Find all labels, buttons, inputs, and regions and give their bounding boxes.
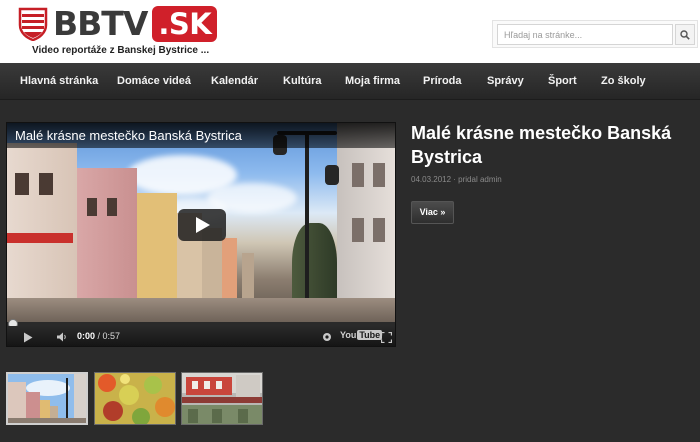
nav-item-home-videos[interactable]: Domáce videá	[117, 63, 191, 100]
article-title[interactable]: Malé krásne mestečko Banská Bystrica	[411, 121, 696, 169]
volume-icon	[57, 332, 66, 342]
logo-suffix: .SK	[152, 6, 218, 42]
time-total: 0:57	[102, 331, 121, 341]
nav-item-calendar[interactable]: Kalendár	[211, 63, 258, 100]
fullscreen-icon	[380, 331, 392, 343]
nav-item-sport[interactable]: Šport	[548, 63, 577, 100]
play-icon	[196, 217, 210, 233]
main-navigation: Hlavná stránka Domáce videá Kalendár Kul…	[0, 63, 700, 100]
logo-text: BBTV	[53, 4, 148, 43]
settings-icon	[323, 333, 331, 341]
nav-item-culture[interactable]: Kultúra	[283, 63, 322, 100]
video-thumbnail[interactable]: Malé krásne mestečko Banská Bystrica	[7, 123, 395, 323]
nav-item-school[interactable]: Zo školy	[601, 63, 646, 100]
fullscreen-button[interactable]	[377, 326, 395, 346]
video-title-bar: Malé krásne mestečko Banská Bystrica	[7, 123, 395, 148]
more-button[interactable]: Viac »	[411, 201, 454, 224]
coat-of-arms-icon	[18, 7, 48, 41]
site-header: BBTV .SK Video reportáže z Banskej Bystr…	[0, 0, 700, 63]
thumbnail-image	[182, 373, 262, 424]
settings-button[interactable]	[318, 326, 336, 346]
thumbnail-1[interactable]	[6, 372, 88, 425]
play-button[interactable]	[178, 209, 226, 241]
video-title: Malé krásne mestečko Banská Bystrica	[15, 128, 242, 143]
site-logo[interactable]: BBTV .SK	[18, 4, 218, 43]
article-author: pridal admin	[458, 175, 502, 184]
site-tagline: Video reportáže z Banskej Bystrice ...	[32, 45, 210, 56]
play-icon	[24, 332, 33, 342]
video-controls: 0:00 / 0:57 You Tube	[7, 326, 395, 346]
thumbnail-3[interactable]	[181, 372, 263, 425]
search-box	[492, 20, 698, 48]
video-player[interactable]: Malé krásne mestečko Banská Bystrica 0:0…	[6, 122, 396, 347]
youtube-logo[interactable]: You Tube	[340, 330, 383, 340]
time-display: 0:00 / 0:57	[77, 331, 120, 341]
search-input[interactable]	[497, 24, 673, 45]
volume-button[interactable]	[51, 326, 73, 346]
article-date: 04.03.2012	[411, 175, 452, 184]
time-current: 0:00	[77, 331, 96, 341]
main-content: Malé krásne mestečko Banská Bystrica 0:0…	[0, 100, 700, 442]
thumbnail-image	[8, 374, 86, 423]
time-separator: /	[95, 331, 103, 341]
play-control[interactable]	[17, 326, 39, 346]
article-meta: 04.03.2012 · pridal admin	[411, 175, 502, 184]
thumbnail-2[interactable]	[94, 372, 176, 425]
nav-item-home[interactable]: Hlavná stránka	[20, 63, 98, 100]
thumbnail-image	[95, 373, 175, 424]
search-icon	[680, 29, 690, 40]
search-button[interactable]	[675, 24, 695, 45]
youtube-you: You	[340, 330, 357, 340]
nav-item-nature[interactable]: Príroda	[423, 63, 462, 100]
nav-item-my-company[interactable]: Moja firma	[345, 63, 400, 100]
nav-item-news[interactable]: Správy	[487, 63, 524, 100]
